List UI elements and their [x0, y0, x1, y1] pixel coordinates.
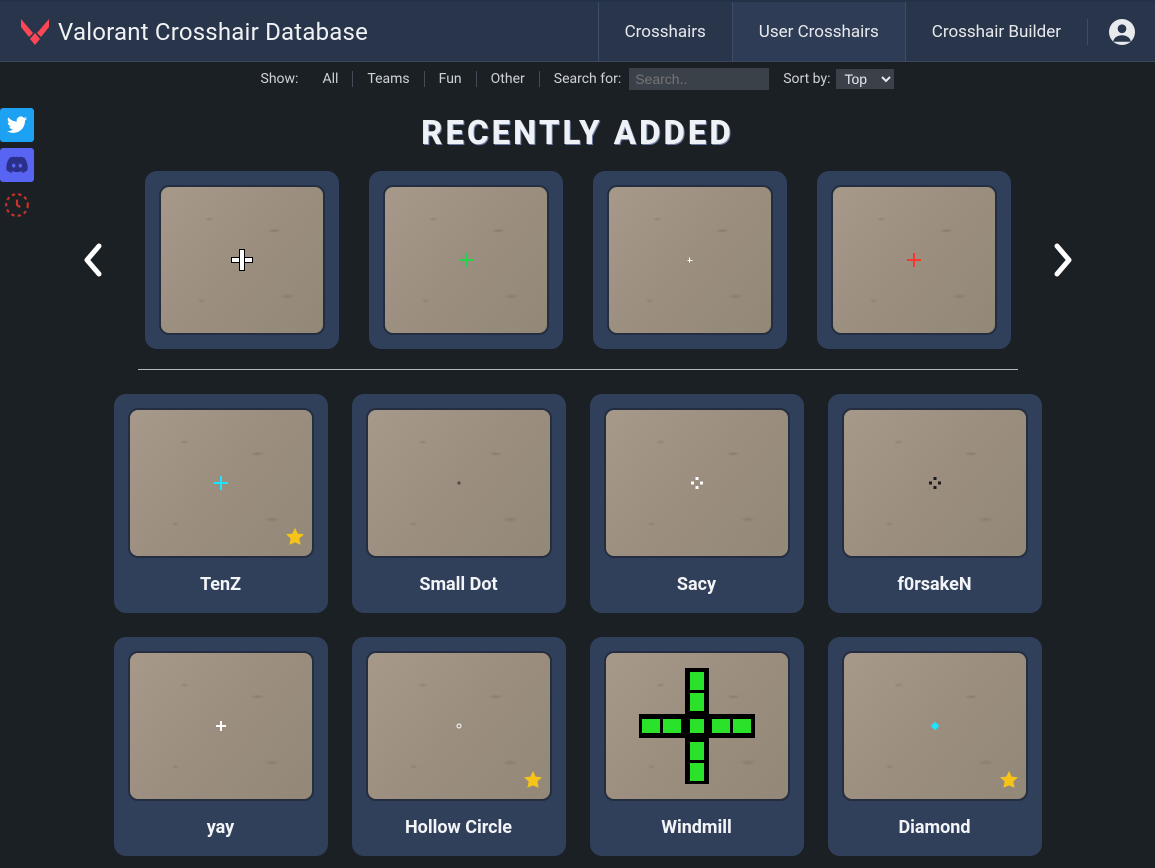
- crosshair-preview: [604, 651, 790, 801]
- carousel-card[interactable]: [369, 171, 563, 349]
- divider: [138, 369, 1018, 370]
- grid-card[interactable]: Small Dot: [352, 394, 566, 613]
- logo[interactable]: Valorant Crosshair Database: [0, 15, 386, 49]
- search-input[interactable]: [629, 68, 769, 90]
- star-icon: [998, 769, 1020, 791]
- primary-nav: Crosshairs User Crosshairs Crosshair Bui…: [598, 2, 1087, 61]
- crosshair-preview: [128, 651, 314, 801]
- social-rail: [0, 108, 34, 222]
- grid-card[interactable]: Hollow Circle: [352, 637, 566, 856]
- crosshair-preview: [159, 185, 325, 335]
- filter-fun[interactable]: Fun: [425, 71, 477, 87]
- crosshair-grid: TenZ Small Dot Sacy f0rsakeN yay Hollow Circl…: [50, 394, 1105, 856]
- crosshair-preview: [607, 185, 773, 335]
- discord-icon: [5, 153, 29, 177]
- crosshair-name: Hollow Circle: [366, 817, 552, 838]
- grid-card[interactable]: TenZ: [114, 394, 328, 613]
- carousel-card[interactable]: [817, 171, 1011, 349]
- carousel-next[interactable]: [1041, 232, 1085, 288]
- crosshair-name: Small Dot: [366, 574, 552, 595]
- section-title: RECENTLY ADDED: [50, 114, 1105, 153]
- carousel: [50, 171, 1105, 349]
- carousel-card[interactable]: [593, 171, 787, 349]
- search-label: Search for:: [554, 71, 621, 87]
- filter-teams[interactable]: Teams: [353, 71, 424, 87]
- chevron-left-icon: [81, 242, 105, 278]
- star-icon: [522, 769, 544, 791]
- user-icon: [1109, 19, 1135, 45]
- chevron-right-icon: [1051, 242, 1075, 278]
- crosshair-preview: [842, 408, 1028, 558]
- crosshair-name: Windmill: [604, 817, 790, 838]
- crosshair-preview: [842, 651, 1028, 801]
- sort-label: Sort by:: [783, 71, 830, 87]
- crosshair-name: f0rsakeN: [842, 574, 1028, 595]
- crosshair-preview: [604, 408, 790, 558]
- filter-all[interactable]: All: [308, 71, 353, 87]
- sort-select[interactable]: Top: [836, 69, 894, 89]
- site-title: Valorant Crosshair Database: [58, 18, 368, 46]
- grid-card[interactable]: Sacy: [590, 394, 804, 613]
- filter-other[interactable]: Other: [477, 71, 540, 87]
- crosshair-preview: [366, 651, 552, 801]
- carousel-prev[interactable]: [71, 232, 115, 288]
- crosshair-name: Sacy: [604, 574, 790, 595]
- show-label: Show:: [261, 71, 299, 87]
- recent-button[interactable]: [0, 188, 34, 222]
- account-button[interactable]: [1087, 19, 1155, 45]
- star-icon: [284, 526, 306, 548]
- logo-icon: [18, 15, 52, 49]
- filter-bar: Show: All Teams Fun Other Search for: So…: [0, 62, 1155, 90]
- crosshair-name: Diamond: [842, 817, 1028, 838]
- nav-crosshairs[interactable]: Crosshairs: [598, 2, 732, 61]
- crosshair-preview: [831, 185, 997, 335]
- crosshair-preview: [366, 408, 552, 558]
- main-content: RECENTLY ADDED TenZ Small Dot Sacy f0rsakeN…: [0, 114, 1155, 856]
- grid-card[interactable]: yay: [114, 637, 328, 856]
- crosshair-preview: [383, 185, 549, 335]
- twitter-icon: [6, 114, 28, 136]
- discord-button[interactable]: [0, 148, 34, 182]
- nav-crosshair-builder[interactable]: Crosshair Builder: [905, 2, 1087, 61]
- grid-card[interactable]: Diamond: [828, 637, 1042, 856]
- grid-card[interactable]: f0rsakeN: [828, 394, 1042, 613]
- clock-icon: [4, 192, 30, 218]
- nav-user-crosshairs[interactable]: User Crosshairs: [732, 2, 905, 61]
- crosshair-preview: [128, 408, 314, 558]
- crosshair-name: TenZ: [128, 574, 314, 595]
- crosshair-name: yay: [128, 817, 314, 838]
- header: Valorant Crosshair Database Crosshairs U…: [0, 0, 1155, 62]
- twitter-button[interactable]: [0, 108, 34, 142]
- grid-card[interactable]: Windmill: [590, 637, 804, 856]
- carousel-card[interactable]: [145, 171, 339, 349]
